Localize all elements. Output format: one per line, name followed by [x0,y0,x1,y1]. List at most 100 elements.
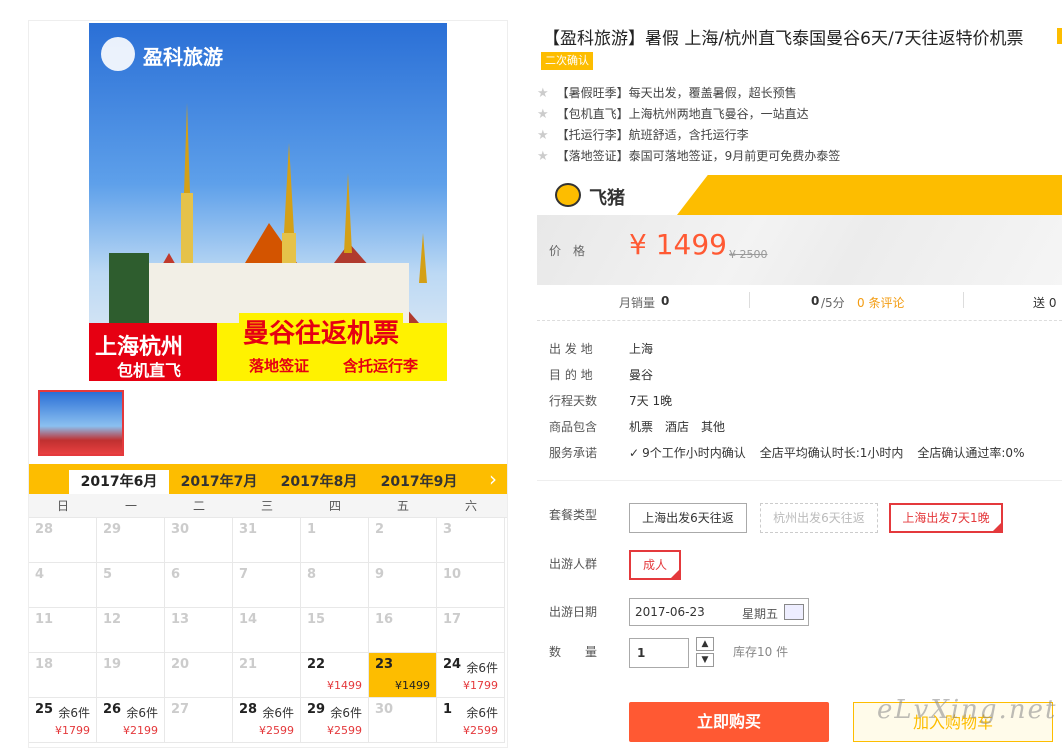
calendar-day: 2 [369,518,437,563]
rating-value: 0 [811,294,820,308]
tab-month[interactable]: 2017年9月 [369,470,469,494]
calendar-day[interactable]: 26 余6件 ¥2199 [97,698,165,743]
calendar-day: 9 [369,563,437,608]
qty-decrease-button[interactable]: ▼ [696,653,714,667]
calendar-day: 17 [437,608,505,653]
date-label: 出游日期 [549,605,598,619]
calendar-day: 20 [165,653,233,698]
sales-label: 月销量 [619,296,656,310]
calendar-weekday-header: 日一二三四五六 [29,494,507,518]
calendar-day: 11 [29,608,97,653]
date-weekday: 星期五 [742,607,779,621]
tab-month[interactable]: 2017年6月 [69,470,169,494]
calendar-day[interactable]: 25 余6件 ¥1799 [29,698,97,743]
highlight-text: 【暑假旺季】每天出发，覆盖暑假，超长预售 [556,86,797,100]
star-icon: ★ [537,86,549,101]
info-label: 行程天数 [549,394,598,408]
watermark: eLvXing.net [877,695,1058,725]
calendar-day-selected[interactable]: 23 ¥1499 [369,653,437,698]
day-price: ¥1799 [463,679,498,692]
day-number: 18 [35,657,54,672]
calendar-day: 31 [233,518,301,563]
calendar-day: 30 [369,698,437,743]
stock-remaining: 余6件 [466,706,498,720]
day-price: ¥1499 [327,679,362,692]
package-option-disabled[interactable]: 杭州出发6天往返 [760,503,878,533]
departure-calendar: 2017年6月 2017年7月 2017年8月 2017年9月 › 日一二三四五六 28… [29,464,507,747]
stock-remaining: 余6件 [466,661,498,675]
calendar-day: 3 [437,518,505,563]
calendar-day: 14 [233,608,301,653]
check-circle-icon: ✓ [629,446,640,460]
day-number: 12 [103,612,122,627]
day-price: ¥2599 [463,724,498,737]
brand-logo-text: 盈科旅游 [143,45,223,69]
price-value: ¥ 1499 [629,228,727,261]
info-label: 商品包含 [549,420,598,434]
package-option-selected[interactable]: 上海出发7天1晚 [889,503,1003,533]
day-number: 8 [307,567,317,582]
calendar-day: 1 [301,518,369,563]
day-number: 15 [307,612,326,627]
fliggy-logo-icon [555,183,581,207]
highlight-item: ★ 【落地签证】泰国可落地签证，9月前更可免费办泰签 [537,147,840,164]
day-number: 30 [171,522,190,537]
day-number: 1 [443,702,453,717]
original-price: ¥ 2500 [729,248,768,261]
day-number: 17 [443,612,462,627]
date-input[interactable]: 2017-06-23 星期五 [629,598,809,626]
quantity-input[interactable]: 1 [629,638,689,668]
day-number: 16 [375,612,394,627]
review-count[interactable]: 0 条评论 [857,294,904,311]
day-number: 27 [171,702,190,717]
stats-divider [749,292,750,308]
calendar-day[interactable]: 28 余6件 ¥2599 [233,698,301,743]
qty-increase-button[interactable]: ▲ [696,637,714,651]
info-value: 曼谷 [629,368,654,382]
day-number: 13 [171,612,190,627]
product-gallery: 盈科旅游 上海杭州 包机直飞 曼谷往返机票 落地签证 含托运行李 2017年6月… [28,20,508,748]
calendar-day[interactable]: 1 余6件 ¥2599 [437,698,505,743]
buy-now-button[interactable]: 立即购买 [629,702,829,742]
calendar-day: 19 [97,653,165,698]
weekday-label: 三 [260,499,273,513]
stock-count: 库存10 件 [733,645,789,659]
day-price: ¥2199 [123,724,158,737]
chevron-right-icon[interactable]: › [489,467,497,491]
stock-remaining: 余6件 [58,706,90,720]
thumbnail-image[interactable] [38,390,124,456]
price-label: 价 格 [549,244,586,258]
calendar-icon[interactable] [784,604,804,620]
highlight-text: 【落地签证】泰国可落地签证，9月前更可免费办泰签 [556,149,841,163]
main-product-image[interactable]: 盈科旅游 上海杭州 包机直飞 曼谷往返机票 落地签证 含托运行李 [89,23,447,381]
calendar-day[interactable]: 24 余6件 ¥1799 [437,653,505,698]
product-title: 【盈科旅游】暑假 上海/杭州直飞泰国曼谷6天/7天往返特价机票 [543,29,1024,49]
service-items: ✓ 9个工作小时内确认 全店平均确认时长:1小时内 全店确认通过率:0% [629,444,1024,461]
stock-remaining: 余6件 [330,706,362,720]
day-number: 24 [443,657,462,672]
people-label: 出游人群 [549,557,598,571]
tab-month[interactable]: 2017年8月 [269,470,369,494]
package-option[interactable]: 上海出发6天往返 [629,503,747,533]
price-area: 价 格 ¥ 1499 ¥ 2500 [537,215,1062,285]
calendar-day: 29 [97,518,165,563]
calendar-day: 7 [233,563,301,608]
calendar-day: 13 [165,608,233,653]
qty-label: 数 量 [549,645,598,659]
day-number: 30 [375,702,394,717]
calendar-day: 4 [29,563,97,608]
calendar-day: 30 [165,518,233,563]
stats-divider [963,292,964,308]
day-number: 28 [35,522,54,537]
tab-month[interactable]: 2017年7月 [169,470,269,494]
stats-bar: 月销量 0 0 /5分 0 条评论 送 0 [537,286,1062,316]
section-divider [537,480,1062,481]
people-option-selected[interactable]: 成人 [629,550,681,580]
calendar-day: 15 [301,608,369,653]
star-icon: ★ [537,128,549,143]
banner-right-sub1: 落地签证 [249,357,310,375]
calendar-day[interactable]: 22 ¥1499 [301,653,369,698]
calendar-day[interactable]: 29 余6件 ¥2599 [301,698,369,743]
day-number: 25 [35,702,54,717]
service-item: 全店平均确认时长:1小时内 [759,446,904,460]
